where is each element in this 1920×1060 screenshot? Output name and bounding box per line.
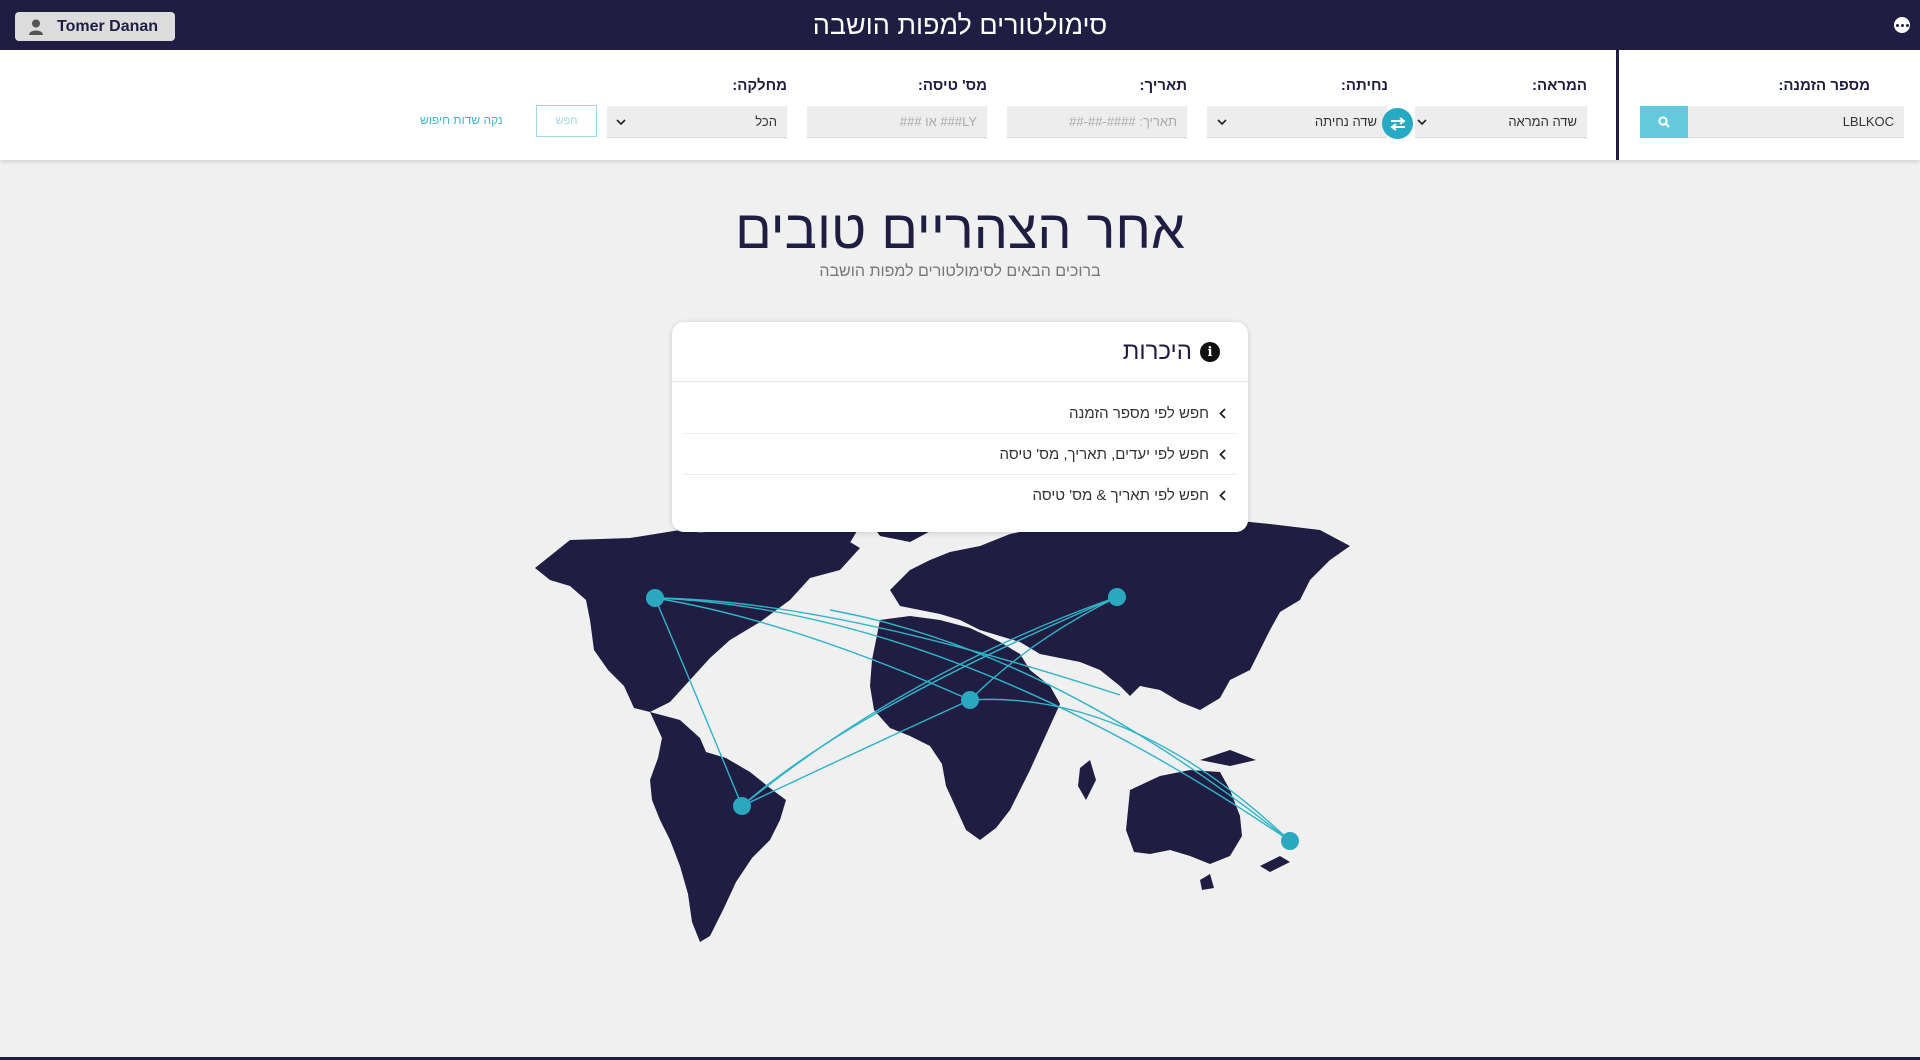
chevron-down-icon[interactable] <box>1411 106 1433 138</box>
departure-label: המראה: <box>1531 77 1587 94</box>
arrival-label: נחיתה: <box>1340 77 1388 94</box>
class-label: מחלקה: <box>732 77 787 94</box>
swap-icon <box>1389 116 1406 131</box>
intro-card: i היכרות חפש לפי מספר הזמנה חפש לפי יעדי… <box>672 322 1248 532</box>
booking-search-button[interactable] <box>1640 106 1688 138</box>
clear-search-fields-link[interactable]: נקה שדות חיפוש <box>420 113 503 127</box>
list-item-label: חפש לפי יעדים, תאריך, מס' טיסה <box>999 445 1209 463</box>
booking-number-label: מספר הזמנה: <box>1778 77 1870 94</box>
list-item-label: חפש לפי תאריך & מס' טיסה <box>1032 487 1210 504</box>
card-divider <box>672 381 1248 382</box>
greeting-subtitle: ברוכים הבאים לסימולטורים למפות הושבה <box>819 263 1101 280</box>
intro-item-booking[interactable]: חפש לפי מספר הזמנה <box>684 393 1236 434</box>
intro-card-header: i היכרות <box>1123 336 1220 368</box>
booking-number-input[interactable]: LBLKOC <box>1688 106 1904 138</box>
chevron-down-icon[interactable] <box>610 106 632 138</box>
intro-item-date-flight[interactable]: חפש לפי תאריך & מס' טיסה <box>684 475 1236 516</box>
panel-divider <box>1616 50 1619 160</box>
date-label: תאריך: <box>1139 77 1187 94</box>
departure-select[interactable]: שדה המראה <box>1415 106 1587 138</box>
greeting-title: אחר הצהריים טובים <box>735 200 1185 260</box>
search-icon <box>1658 116 1670 128</box>
top-bar: Tomer Danan סימולטורים למפות הושבה <box>0 0 1920 50</box>
info-icon: i <box>1200 342 1220 362</box>
intro-card-title: היכרות <box>1122 338 1192 365</box>
page-title: סימולטורים למפות הושבה <box>812 10 1108 40</box>
world-map-illustration <box>535 498 1350 942</box>
chevron-left-icon <box>1219 407 1226 419</box>
search-panel: מספר הזמנה: LBLKOC המראה: שדה המראה נחית… <box>0 50 1920 160</box>
chevron-left-icon <box>1219 448 1226 460</box>
search-button[interactable]: חפש <box>536 105 597 137</box>
chevron-down-icon[interactable] <box>1211 106 1233 138</box>
class-select[interactable]: הכל <box>607 106 787 138</box>
arrival-select[interactable]: שדה נחיתה <box>1207 106 1387 138</box>
more-icon[interactable] <box>1894 17 1910 33</box>
list-item-label: חפש לפי מספר הזמנה <box>1068 404 1209 422</box>
chevron-left-icon <box>1219 490 1226 501</box>
swap-airports-button[interactable] <box>1382 108 1413 139</box>
flight-number-input[interactable]: LY### או ### <box>807 106 987 138</box>
intro-item-destinations[interactable]: חפש לפי יעדים, תאריך, מס' טיסה <box>684 434 1236 475</box>
flight-number-label: מס' טיסה: <box>917 77 987 94</box>
date-input[interactable]: תאריך: ####-##-## <box>1007 106 1187 138</box>
